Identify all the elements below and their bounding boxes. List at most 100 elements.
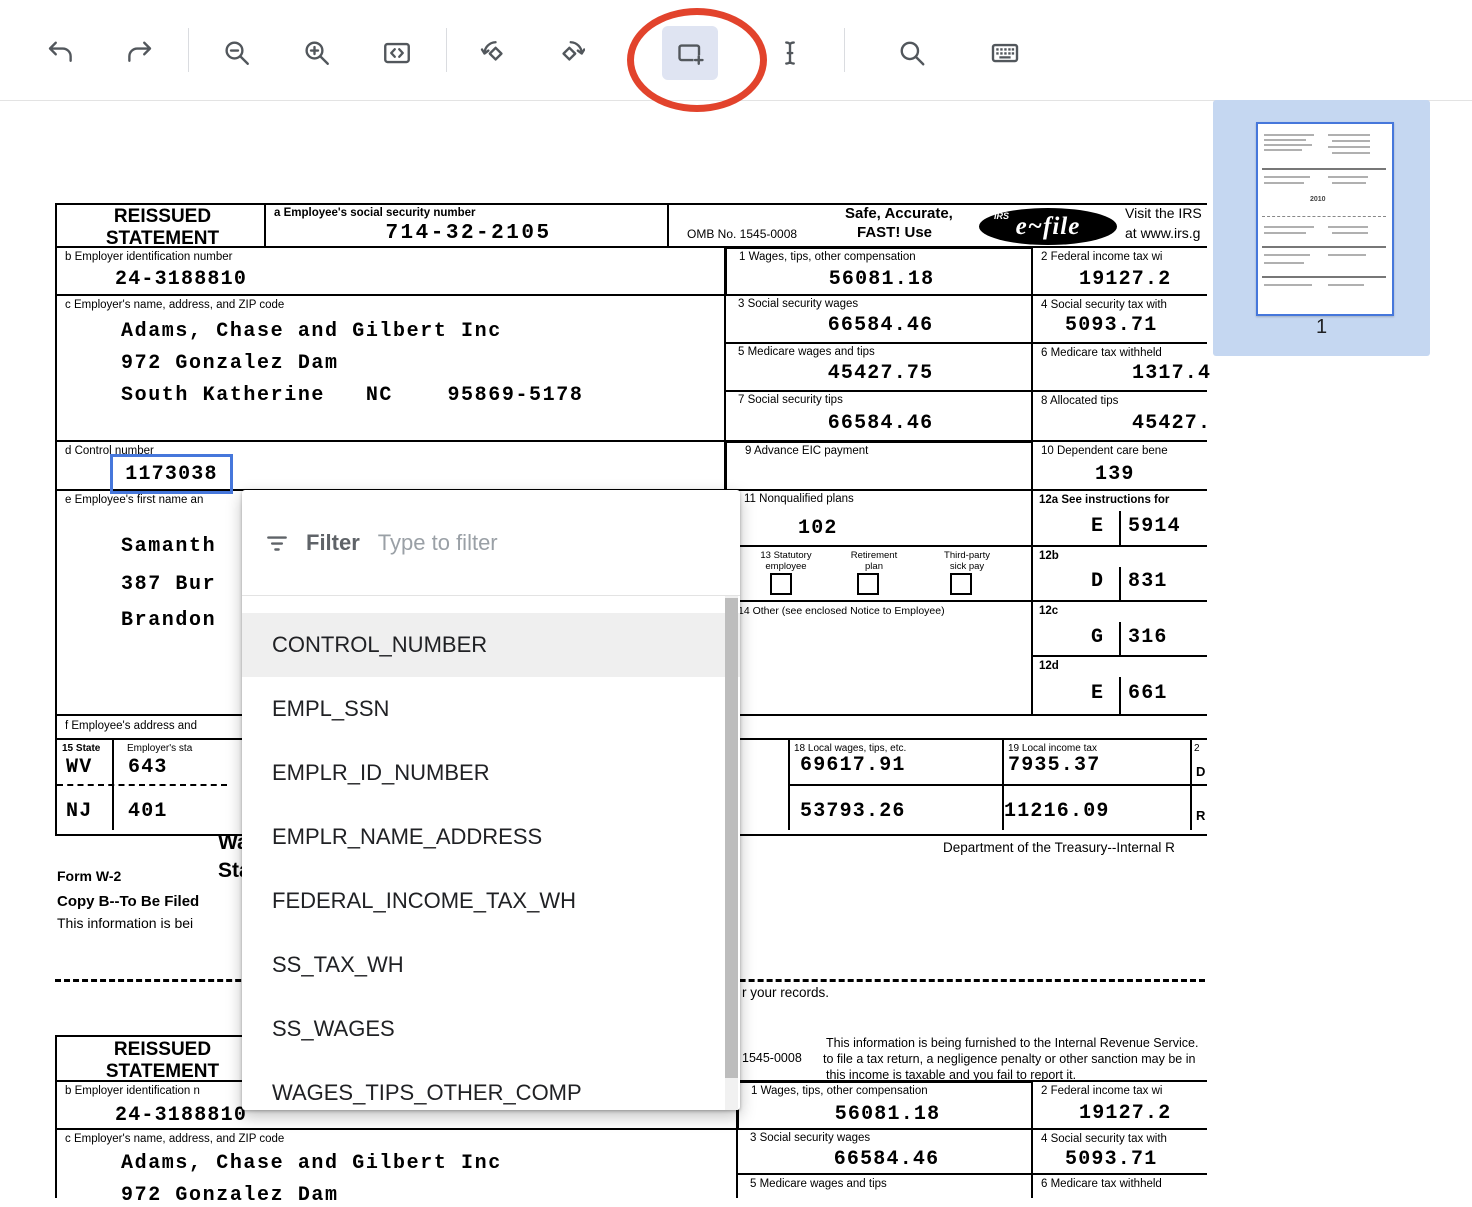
filter-title: Filter: [306, 530, 360, 556]
box-14-label: 14 Other (see enclosed Notice to Employe…: [738, 605, 945, 617]
zoom-out-button[interactable]: [209, 26, 265, 80]
field-option-ss-wages[interactable]: SS_WAGES: [242, 997, 740, 1061]
box-12a-divider: [1119, 511, 1121, 546]
box-2-fed-tax: 2 Federal income tax wi 19127.2: [1031, 246, 1207, 300]
medicare-tax-value: 1317.4: [1132, 362, 1211, 385]
box-14-other: 14 Other (see enclosed Notice to Employe…: [724, 600, 1037, 720]
zoom-in-button[interactable]: [289, 26, 345, 80]
employer-name: Adams, Chase and Gilbert Inc: [121, 320, 502, 343]
popup-scrollbar-thumb[interactable]: [725, 598, 738, 1078]
employee-street: 387 Bur: [121, 573, 216, 596]
box-12a-label: 12a See instructions for: [1039, 494, 1169, 506]
text-select-icon: [775, 38, 805, 68]
fed-tax-value-2: 19127.2: [1079, 1102, 1171, 1125]
local-tax-value: 11216.09: [1004, 800, 1110, 823]
fit-to-width-button[interactable]: [369, 26, 425, 80]
zoom-out-icon: [222, 38, 252, 68]
box-7-ss-tips: 7 Social security tips 66584.46: [724, 390, 1037, 445]
local-wages-value: 53793.26: [800, 800, 906, 823]
field-option-emplr-id-number[interactable]: EMPLR_ID_NUMBER: [242, 741, 740, 805]
retirement-plan-checkbox: [857, 573, 879, 595]
box-1-label: 1 Wages, tips, other compensation: [739, 251, 916, 263]
third-party-sick-pay-checkbox: [950, 573, 972, 595]
statutory-employee-checkbox: [770, 573, 792, 595]
field-option-ss-tax-wh[interactable]: SS_TAX_WH: [242, 933, 740, 997]
box-3-ss-wages-2: 3 Social security wages 66584.46: [736, 1128, 1037, 1179]
redo-button[interactable]: [112, 26, 168, 80]
box-7-label: 7 Social security tips: [738, 394, 843, 406]
box-11-label: 11 Nonqualified plans: [744, 493, 854, 505]
box-2-label: 2 Federal income tax wi: [1041, 251, 1162, 263]
box-12d: 12d E 661: [1031, 655, 1207, 718]
field-option-emplr-name-address[interactable]: EMPLR_NAME_ADDRESS: [242, 805, 740, 869]
text-select-button[interactable]: [762, 26, 818, 80]
box-9-label: 9 Advance EIC payment: [745, 445, 868, 457]
efile-text: e~file: [1016, 213, 1081, 241]
field-option-control-number[interactable]: CONTROL_NUMBER: [242, 613, 740, 677]
notice-line-1: This information is being furnished to t…: [826, 1036, 1198, 1050]
state-value: WV: [66, 756, 92, 779]
box-12a: 12a See instructions for E 5914: [1031, 489, 1207, 550]
records-note: r your records.: [742, 985, 829, 1000]
reissued-label-2: REISSUED: [114, 1039, 211, 1061]
control-number-region-highlight[interactable]: 1173038: [110, 454, 233, 494]
box-12b: 12b D 831: [1031, 545, 1207, 605]
state-value: NJ: [66, 800, 92, 823]
reissued-label: REISSUED: [114, 206, 211, 228]
amount-12b: 831: [1128, 570, 1168, 593]
add-region-button[interactable]: [662, 26, 718, 80]
employee-city: Brandon: [121, 609, 216, 632]
box-8-label: 8 Allocated tips: [1041, 395, 1118, 407]
redo-icon: [125, 38, 155, 68]
field-option-empl-ssn[interactable]: EMPL_SSN: [242, 677, 740, 741]
rotate-left-button[interactable]: [467, 26, 523, 80]
box-6-label-2: 6 Medicare tax withheld: [1041, 1178, 1162, 1190]
box-b-label-2: b Employer identification n: [65, 1085, 200, 1097]
employer-name-2: Adams, Chase and Gilbert Inc: [121, 1152, 502, 1175]
box-4-label: 4 Social security tax with: [1041, 299, 1167, 311]
employer-state-id-header: Employer's sta: [127, 743, 192, 754]
copy-b-label: Copy B--To Be Filed: [57, 893, 199, 910]
search-button[interactable]: [884, 26, 940, 80]
box-4-ss-tax: 4 Social security tax with 5093.71: [1031, 294, 1207, 347]
box-12b-divider: [1119, 567, 1121, 601]
rotate-right-button[interactable]: [542, 26, 598, 80]
notice-line-2: to file a tax return, a negligence penal…: [823, 1052, 1195, 1066]
employee-name: Samanth: [121, 535, 216, 558]
box-e-label: e Employee's first name an: [65, 494, 203, 506]
box-a-label: a Employee's social security number: [274, 207, 476, 219]
popup-scrollbar-track[interactable]: [725, 596, 738, 1110]
omb-label: OMB No. 1545-0008: [687, 227, 797, 241]
box-6-label: 6 Medicare tax withheld: [1041, 347, 1162, 359]
rotate-right-icon: [555, 38, 585, 68]
thumbnail-year: 2010: [1310, 196, 1326, 203]
page-number-label: 1: [1213, 316, 1430, 339]
box-12c-label: 12c: [1039, 605, 1058, 617]
info-line: This information is bei: [57, 915, 193, 931]
box-11-nonqualified: 11 Nonqualified plans 102: [724, 489, 1037, 550]
keyboard-button[interactable]: [977, 26, 1033, 80]
locality-header: 2: [1194, 743, 1200, 754]
locality-value: R: [1196, 808, 1205, 823]
box-5-medicare-wages: 5 Medicare wages and tips 45427.75: [724, 342, 1037, 395]
box-4-ss-tax-2: 4 Social security tax with 5093.71: [1031, 1128, 1207, 1179]
irs-url-label: at www.irs.g: [1125, 225, 1200, 241]
box-12c: 12c G 316: [1031, 600, 1207, 661]
fit-to-width-icon: [382, 38, 412, 68]
code-12b: D: [1091, 570, 1104, 593]
locality-value: D: [1196, 764, 1205, 779]
field-option-federal-income-tax-wh[interactable]: FEDERAL_INCOME_TAX_WH: [242, 869, 740, 933]
search-icon: [897, 38, 927, 68]
box-12b-label: 12b: [1039, 550, 1059, 562]
third-party-sick-pay-label: Third-partysick pay: [925, 550, 1009, 572]
page-1-thumbnail[interactable]: 2010: [1256, 122, 1394, 316]
field-option-wages-tips-other-comp[interactable]: WAGES_TIPS_OTHER_COMP: [242, 1061, 740, 1110]
zoom-in-icon: [302, 38, 332, 68]
safe-accurate-label: Safe, Accurate,: [845, 205, 953, 222]
dependent-care-value: 139: [1095, 463, 1135, 486]
filter-input[interactable]: [376, 529, 680, 557]
field-filter-popup: Filter CONTROL_NUMBER EMPL_SSN EMPLR_ID_…: [242, 490, 740, 1110]
ein-value-2: 24-3188810: [115, 1104, 247, 1127]
undo-button[interactable]: [32, 26, 88, 80]
toolbar-divider: [844, 28, 845, 72]
